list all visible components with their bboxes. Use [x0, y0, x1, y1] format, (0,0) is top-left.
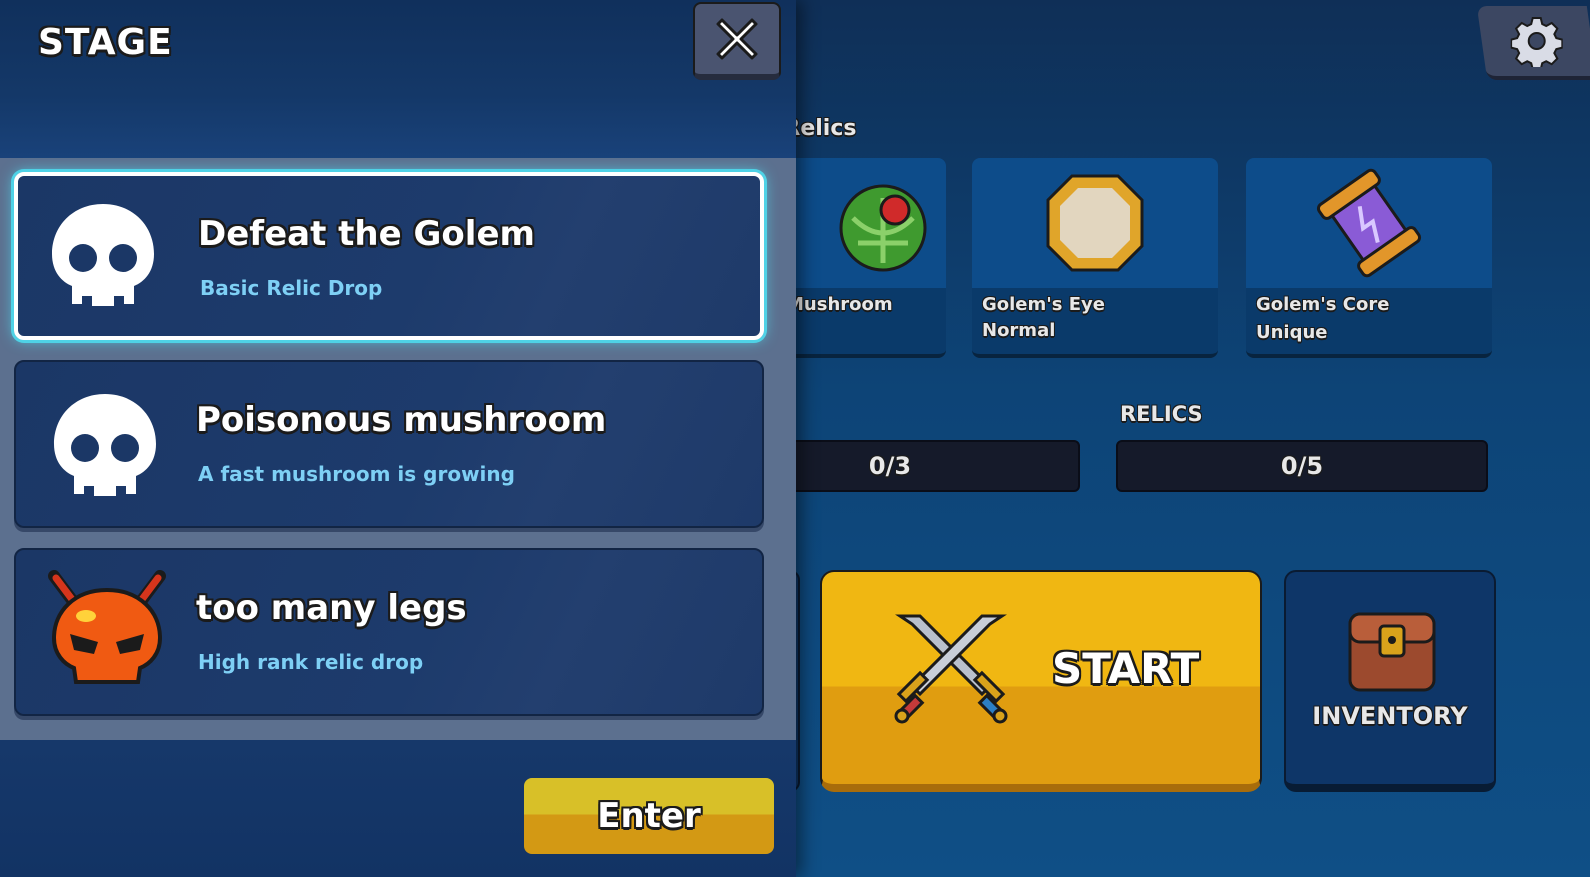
close-button[interactable] — [693, 2, 781, 80]
stage-header: STAGE — [0, 0, 796, 158]
stage-item-too-many-legs[interactable]: too many legs High rank relic drop — [14, 548, 764, 716]
stage-list: Defeat the Golem Basic Relic Drop Poison… — [0, 158, 796, 740]
relics-stat-label: RELICS — [1120, 402, 1203, 426]
inventory-button[interactable]: INVENTORY — [1284, 570, 1496, 792]
relics-progress-bar: 0/5 — [1116, 440, 1488, 492]
stage-title: STAGE — [38, 22, 173, 63]
gem-relic-icon — [1046, 174, 1144, 272]
mushroom-relic-icon — [839, 184, 927, 272]
close-x-icon — [716, 18, 758, 60]
demon-skull-icon — [48, 570, 166, 684]
enter-button[interactable]: Enter — [524, 778, 774, 854]
stage-description: High rank relic drop — [198, 650, 424, 674]
stage-item-defeat-the-golem[interactable]: Defeat the Golem Basic Relic Drop — [14, 172, 764, 340]
skull-icon — [54, 394, 156, 496]
stage-name: too many legs — [196, 588, 467, 628]
gear-icon — [1510, 17, 1563, 67]
stage-description: A fast mushroom is growing — [198, 462, 515, 486]
stage-name: Defeat the Golem — [198, 214, 535, 254]
relic-card-golems-core[interactable]: Golem's Core Unique — [1246, 158, 1492, 358]
stage-item-poisonous-mushroom[interactable]: Poisonous mushroom A fast mushroom is gr… — [14, 360, 764, 528]
stage-panel: STAGE Defeat the Golem Basic Relic Drop — [0, 0, 796, 877]
skull-icon — [52, 204, 154, 306]
start-label: START — [1052, 644, 1200, 693]
core-relic-icon — [1316, 168, 1422, 278]
relic-name: Golem's Eye — [982, 294, 1106, 315]
relic-rarity: Unique — [1256, 322, 1328, 343]
relic-card-golems-eye[interactable]: Golem's Eye Normal — [972, 158, 1218, 358]
relic-name: Mushroom — [786, 294, 893, 315]
settings-button[interactable] — [1476, 6, 1590, 80]
inventory-label: INVENTORY — [1312, 702, 1468, 730]
chest-icon — [1348, 612, 1436, 692]
relic-rarity: Normal — [982, 320, 1056, 341]
relic-name: Golem's Core — [1256, 294, 1390, 315]
crossed-swords-icon — [894, 614, 1008, 724]
stage-name: Poisonous mushroom — [196, 400, 607, 440]
start-button[interactable]: START — [820, 570, 1262, 792]
stage-description: Basic Relic Drop — [200, 276, 383, 300]
stage-footer: Enter — [0, 740, 796, 877]
